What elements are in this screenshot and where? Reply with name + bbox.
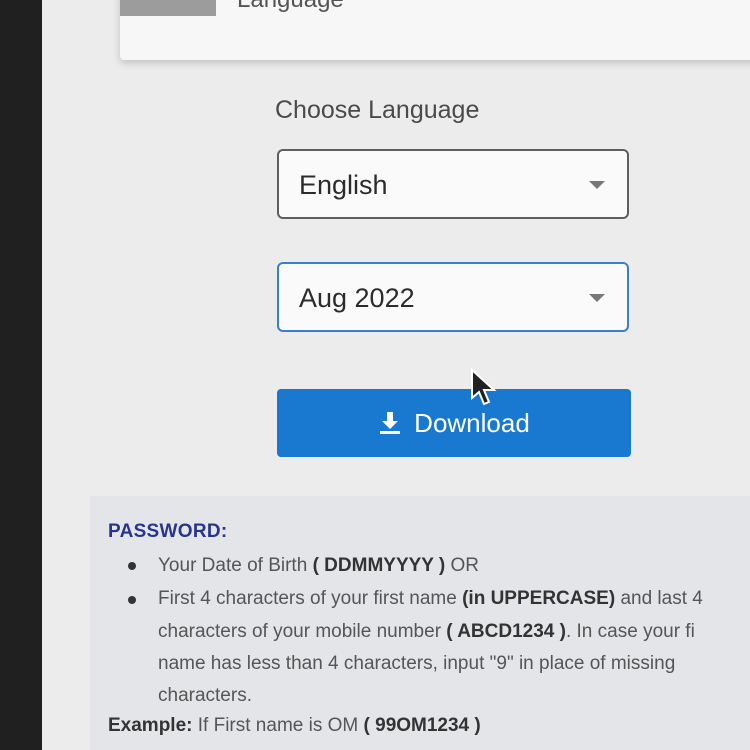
language-select[interactable]: English — [277, 149, 629, 219]
password-rule-name-line2: characters of your mobile number ( ABCD1… — [158, 621, 695, 642]
password-rule-name-line3: name has less than 4 characters, input "… — [158, 653, 676, 674]
language-select-value: English — [299, 170, 388, 200]
chevron-down-icon — [589, 181, 605, 189]
password-rule-dob: Your Date of Birth ( DDMMYYYY ) OR — [158, 555, 480, 576]
password-rule-name-line4: characters. — [158, 685, 252, 706]
month-select[interactable]: Aug 2022 — [277, 262, 629, 332]
bullet-dot — [128, 596, 136, 604]
password-example: Example: If First name is OM ( 99OM1234 … — [108, 715, 481, 736]
chevron-down-icon — [589, 294, 605, 302]
download-label: Download — [414, 407, 530, 438]
password-rule-name-line1: First 4 characters of your first name (i… — [158, 588, 703, 609]
screen: Language Choose Language English Aug 202… — [42, 0, 750, 750]
bullet-dot — [128, 562, 136, 570]
password-title: PASSWORD: — [108, 521, 228, 542]
mouse-cursor-icon — [471, 368, 497, 406]
month-select-value: Aug 2022 — [299, 283, 415, 313]
language-card[interactable]: Language — [120, 0, 750, 60]
download-button[interactable]: Download — [277, 389, 631, 457]
choose-language-label: Choose Language — [275, 96, 480, 124]
download-icon — [380, 412, 401, 434]
card-thumbnail — [120, 0, 216, 16]
card-label: Language — [237, 0, 344, 14]
